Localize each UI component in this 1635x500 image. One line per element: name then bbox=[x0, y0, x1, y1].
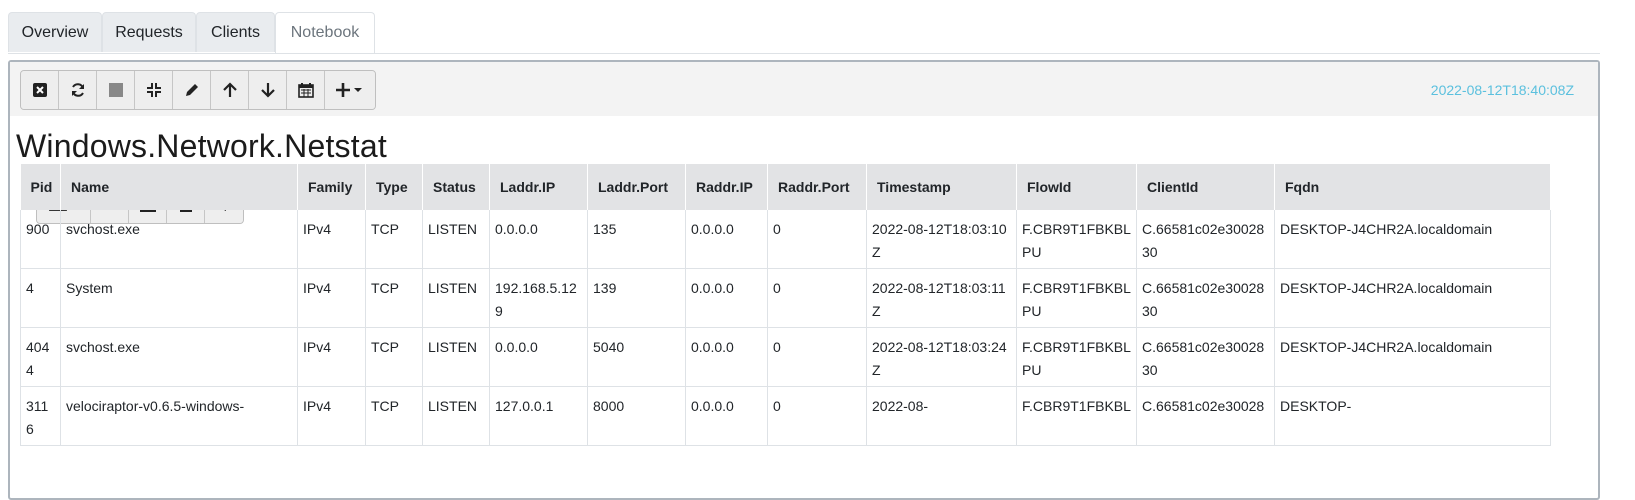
refresh-button[interactable] bbox=[59, 71, 97, 109]
refresh-icon bbox=[71, 83, 84, 97]
table-cell: F.CBR9T1FBKBLPU bbox=[1016, 268, 1137, 328]
table-row: 4 System IPv4 TCP LISTEN 192.168.5.129 1… bbox=[20, 268, 1551, 328]
column-header[interactable]: Laddr.IP bbox=[489, 164, 588, 210]
table-cell: TCP bbox=[365, 210, 423, 269]
column-header[interactable]: ClientId bbox=[1136, 164, 1275, 210]
table-cell: DESKTOP-J4CHR2A.localdomain bbox=[1274, 327, 1551, 387]
table-cell: C.66581c02e3002830 bbox=[1136, 210, 1275, 269]
collapse-icon bbox=[146, 83, 161, 97]
results-table: Pid Name Family Type Status Laddr.IP Lad… bbox=[20, 164, 1551, 446]
column-header[interactable]: Name bbox=[60, 164, 298, 210]
table-cell: 4044 bbox=[20, 327, 61, 387]
stop-button[interactable] bbox=[97, 71, 135, 109]
column-header[interactable]: Family bbox=[297, 164, 366, 210]
table-cell: F.CBR9T1FBKBLPU bbox=[1016, 327, 1137, 387]
tab-overview[interactable]: Overview bbox=[8, 12, 102, 52]
cell-title: Windows.Network.Netstat bbox=[16, 128, 387, 164]
table-cell: LISTEN bbox=[422, 327, 490, 387]
cell-timestamp: 2022-08-12T18:40:08Z bbox=[1430, 82, 1574, 98]
table-cell: svchost.exe bbox=[60, 210, 298, 269]
table-cell: TCP bbox=[365, 268, 423, 328]
table-cell: 0.0.0.0 bbox=[489, 327, 588, 387]
tab-clients[interactable]: Clients bbox=[196, 12, 275, 52]
table-cell: C.66581c02e3002830 bbox=[1136, 268, 1275, 328]
tab-notebook[interactable]: Notebook bbox=[275, 12, 375, 53]
table-cell: svchost.exe bbox=[60, 327, 298, 387]
table-row: 3116 velociraptor-v0.6.5-windows- IPv4 T… bbox=[20, 386, 1551, 446]
table-cell: C.66581c02e30028 bbox=[1136, 386, 1275, 446]
column-header[interactable]: Type bbox=[365, 164, 423, 210]
table-cell: 192.168.5.129 bbox=[489, 268, 588, 328]
calendar-button[interactable] bbox=[287, 71, 325, 109]
table-cell: 0.0.0.0 bbox=[685, 386, 768, 446]
column-header[interactable]: Raddr.IP bbox=[685, 164, 768, 210]
table-cell: 0.0.0.0 bbox=[685, 327, 768, 387]
table-cell: TCP bbox=[365, 327, 423, 387]
collapse-button[interactable] bbox=[135, 71, 173, 109]
stop-icon bbox=[108, 83, 123, 97]
add-cell-icon bbox=[336, 83, 362, 97]
table-cell: velociraptor-v0.6.5-windows- bbox=[60, 386, 298, 446]
arrow-down-icon bbox=[260, 83, 275, 98]
notebook-tabs: Overview Requests Clients Notebook bbox=[8, 12, 1600, 54]
table-cell: IPv4 bbox=[297, 210, 366, 269]
cell-button-group bbox=[20, 70, 376, 110]
table-cell: 2022-08- bbox=[866, 386, 1017, 446]
table-cell: LISTEN bbox=[422, 210, 490, 269]
table-cell: 4 bbox=[20, 268, 61, 328]
results-table-container: Pid Name Family Type Status Laddr.IP Lad… bbox=[20, 164, 1551, 446]
table-cell: System bbox=[60, 268, 298, 328]
table-cell: IPv4 bbox=[297, 268, 366, 328]
table-cell: C.66581c02e3002830 bbox=[1136, 327, 1275, 387]
table-cell: DESKTOP-J4CHR2A.localdomain bbox=[1274, 210, 1551, 269]
column-header[interactable]: Pid bbox=[20, 164, 61, 210]
table-row: 4044 svchost.exe IPv4 TCP LISTEN 0.0.0.0… bbox=[20, 327, 1551, 387]
table-cell: 0.0.0.0 bbox=[685, 210, 768, 269]
table-cell: 2022-08-12T18:03:10Z bbox=[866, 210, 1017, 269]
close-icon bbox=[32, 83, 47, 97]
column-header[interactable]: Laddr.Port bbox=[587, 164, 686, 210]
table-cell: 0 bbox=[767, 268, 867, 328]
column-header[interactable]: Timestamp bbox=[866, 164, 1017, 210]
move-down-button[interactable] bbox=[249, 71, 287, 109]
table-cell: 5040 bbox=[587, 327, 686, 387]
table-cell: 0 bbox=[767, 210, 867, 269]
table-cell: DESKTOP- bbox=[1274, 386, 1551, 446]
table-cell: 2022-08-12T18:03:24Z bbox=[866, 327, 1017, 387]
cell-toolbar: 2022-08-12T18:40:08Z bbox=[10, 62, 1598, 116]
table-cell: 2022-08-12T18:03:11Z bbox=[866, 268, 1017, 328]
table-header-row: Pid Name Family Type Status Laddr.IP Lad… bbox=[20, 164, 1551, 210]
table-cell: 0 bbox=[767, 386, 867, 446]
edit-button[interactable] bbox=[173, 71, 211, 109]
table-cell: 135 bbox=[587, 210, 686, 269]
table-cell: 139 bbox=[587, 268, 686, 328]
table-cell: 3116 bbox=[20, 386, 61, 446]
arrow-up-icon bbox=[222, 82, 237, 97]
column-header[interactable]: Raddr.Port bbox=[767, 164, 867, 210]
table-cell: LISTEN bbox=[422, 386, 490, 446]
move-up-button[interactable] bbox=[211, 71, 249, 109]
tab-requests[interactable]: Requests bbox=[102, 12, 196, 52]
table-cell: IPv4 bbox=[297, 386, 366, 446]
table-cell: 0 bbox=[767, 327, 867, 387]
table-cell: DESKTOP-J4CHR2A.localdomain bbox=[1274, 268, 1551, 328]
column-header[interactable]: FlowId bbox=[1016, 164, 1137, 210]
table-cell: F.CBR9T1FBKBLPU bbox=[1016, 210, 1137, 269]
table-cell: 0.0.0.0 bbox=[489, 210, 588, 269]
table-cell: LISTEN bbox=[422, 268, 490, 328]
column-header[interactable]: Status bbox=[422, 164, 490, 210]
table-cell: IPv4 bbox=[297, 327, 366, 387]
table-cell: 127.0.0.1 bbox=[489, 386, 588, 446]
table-row: 900 svchost.exe IPv4 TCP LISTEN 0.0.0.0 … bbox=[20, 210, 1551, 269]
calendar-icon bbox=[297, 83, 314, 98]
close-cell-button[interactable] bbox=[21, 71, 59, 109]
table-cell: 900 bbox=[20, 210, 61, 269]
add-cell-dropdown-button[interactable] bbox=[325, 71, 375, 109]
column-header[interactable]: Fqdn bbox=[1274, 164, 1551, 210]
table-cell: TCP bbox=[365, 386, 423, 446]
table-cell: 8000 bbox=[587, 386, 686, 446]
edit-icon bbox=[185, 84, 198, 96]
table-cell: F.CBR9T1FBKBL bbox=[1016, 386, 1137, 446]
table-cell: 0.0.0.0 bbox=[685, 268, 768, 328]
